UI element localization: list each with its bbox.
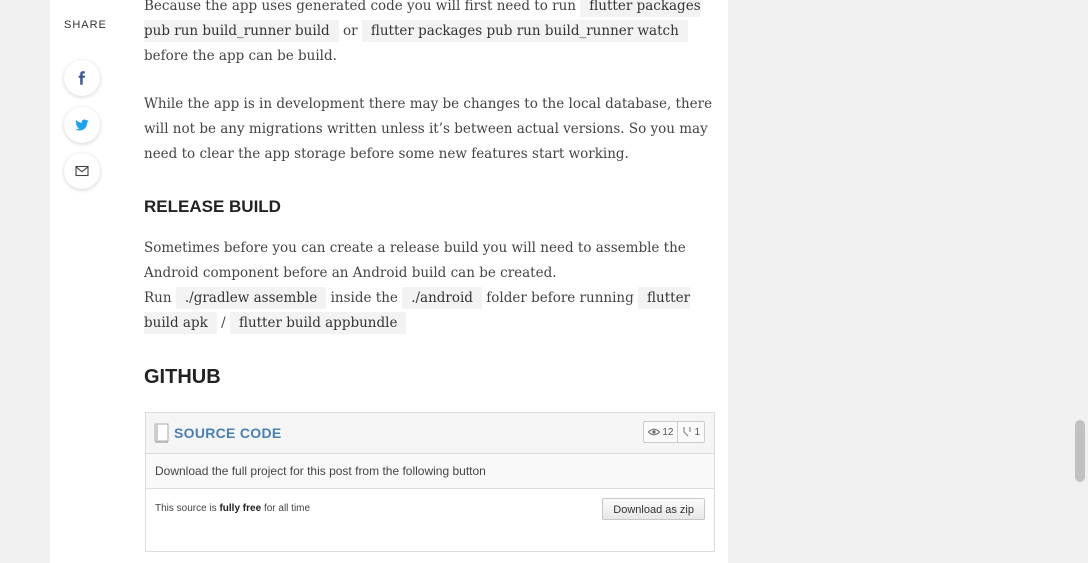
download-zip-button[interactable]: Download as zip <box>602 498 705 520</box>
page-scrollbar[interactable] <box>1073 0 1088 563</box>
paragraph-release-build: Sometimes before you can create a releas… <box>144 240 686 281</box>
paragraph-run-gradlew: Run ./gradlew assemble inside the ./andr… <box>144 286 715 336</box>
heading-release-build: RELEASE BUILD <box>144 197 281 216</box>
inline-code: ./android <box>402 287 482 309</box>
facebook-icon <box>78 71 85 85</box>
github-box-description: Download the full project for this post … <box>146 454 714 489</box>
email-icon <box>75 165 89 177</box>
scrollbar-thumb[interactable] <box>1075 420 1085 482</box>
text-bold: fully free <box>219 503 262 514</box>
text: inside the <box>330 290 398 306</box>
github-stats: 12 1 <box>643 421 705 443</box>
text: This source is <box>155 503 217 514</box>
article-page: SHARE Because the app uses generated cod… <box>50 0 728 563</box>
watchers-stat[interactable]: 12 <box>644 422 677 442</box>
text: before the app can be build. <box>144 48 337 64</box>
share-facebook-button[interactable] <box>64 60 100 96</box>
share-email-button[interactable] <box>64 153 100 189</box>
forks-count: 1 <box>694 426 700 438</box>
watchers-count: 12 <box>662 426 674 438</box>
heading-github: GITHUB <box>144 366 221 388</box>
eye-icon <box>648 428 661 436</box>
inline-code: ./gradlew assemble <box>175 287 327 309</box>
paragraph-development-note: While the app is in development there ma… <box>144 96 713 162</box>
paragraph-generated-code: Because the app uses generated code you … <box>144 0 715 69</box>
github-box-header: SOURCE CODE 12 1 <box>146 413 714 454</box>
repo-book-icon <box>154 423 169 443</box>
inline-code: flutter packages pub run build_runner wa… <box>361 20 688 42</box>
inline-code: flutter build appbundle <box>229 312 407 334</box>
github-repo-title-link[interactable]: SOURCE CODE <box>174 425 282 441</box>
text: / <box>221 315 226 331</box>
text: for all time <box>263 503 311 514</box>
github-source-box: SOURCE CODE 12 1 Download the full proje… <box>145 412 715 552</box>
share-label: SHARE <box>64 19 107 31</box>
twitter-icon <box>75 119 89 131</box>
text: Run <box>144 290 172 306</box>
share-twitter-button[interactable] <box>64 107 100 143</box>
forks-stat[interactable]: 1 <box>677 422 704 442</box>
text: or <box>342 23 358 39</box>
text: folder before running <box>486 290 634 306</box>
github-box-footer: This source is fully free for all time D… <box>146 489 714 529</box>
fork-icon <box>683 427 692 437</box>
text: Because the app uses generated code you … <box>144 0 576 14</box>
free-source-note: This source is fully free for all time <box>155 503 310 514</box>
